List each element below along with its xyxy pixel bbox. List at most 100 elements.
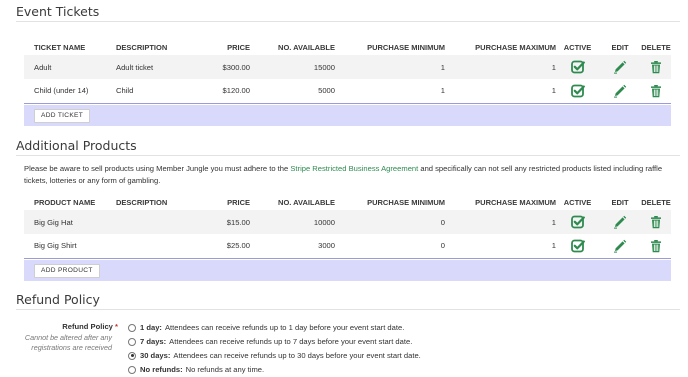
- product-price: $15.00: [190, 210, 250, 234]
- active-cell: [556, 210, 599, 234]
- product-available: 3000: [250, 234, 335, 259]
- add-product-button[interactable]: ADD PRODUCT: [34, 264, 100, 278]
- ticket-price: $300.00: [190, 55, 250, 79]
- product-description: [106, 234, 190, 259]
- refund-option-key: 30 days:: [140, 351, 171, 360]
- tickets-header-row: TICKET NAME DESCRIPTION PRICE NO. AVAILA…: [24, 40, 671, 55]
- edit-cell: [599, 210, 641, 234]
- trash-icon[interactable]: [649, 60, 663, 74]
- table-row: Child (under 14) Child $120.00 5000 1 1: [24, 79, 671, 104]
- product-description: [106, 210, 190, 234]
- add-product-bar: ADD PRODUCT: [24, 260, 671, 281]
- active-cell: [556, 55, 599, 79]
- check-square-icon[interactable]: [570, 215, 585, 229]
- edit-cell: [599, 55, 641, 79]
- pencil-icon[interactable]: [613, 239, 627, 253]
- product-name: Big Gig Shirt: [24, 234, 106, 259]
- col-price: PRICE: [227, 43, 250, 52]
- product-min: 0: [335, 210, 445, 234]
- edit-cell: [599, 79, 641, 104]
- products-header-row: PRODUCT NAME DESCRIPTION PRICE NO. AVAIL…: [24, 195, 671, 210]
- col-delete: DELETE: [641, 198, 671, 207]
- col-purchase-max: PURCHASE MAXIMUM: [475, 43, 556, 52]
- refund-option-key: 1 day:: [140, 323, 162, 332]
- delete-cell: [641, 55, 671, 79]
- additional-products-title: Additional Products: [16, 138, 137, 153]
- product-available: 10000: [250, 210, 335, 234]
- col-available: NO. AVAILABLE: [278, 43, 335, 52]
- refund-policy-divider: [16, 309, 680, 310]
- col-available: NO. AVAILABLE: [278, 198, 335, 207]
- col-price: PRICE: [227, 198, 250, 207]
- trash-icon[interactable]: [649, 215, 663, 229]
- col-description: DESCRIPTION: [116, 198, 168, 207]
- radio-button-selected[interactable]: [128, 351, 136, 360]
- radio-button[interactable]: [128, 337, 136, 346]
- col-ticket-name: TICKET NAME: [34, 43, 86, 52]
- refund-label-text: Refund Policy: [62, 322, 113, 331]
- ticket-description: Child: [106, 79, 190, 104]
- products-table: PRODUCT NAME DESCRIPTION PRICE NO. AVAIL…: [24, 195, 671, 259]
- table-row: Big Gig Hat $15.00 10000 0 1: [24, 210, 671, 234]
- delete-cell: [641, 234, 671, 259]
- refund-option-key: 7 days:: [140, 337, 167, 346]
- check-square-icon[interactable]: [570, 84, 585, 98]
- refund-option-7-days[interactable]: 7 days: Attendees can receive refunds up …: [128, 337, 412, 346]
- col-purchase-max: PURCHASE MAXIMUM: [475, 198, 556, 207]
- radio-button[interactable]: [128, 323, 136, 332]
- refund-option-text: Attendees can receive refunds up to 1 da…: [164, 323, 405, 332]
- refund-option-1-day[interactable]: 1 day: Attendees can receive refunds up t…: [128, 323, 404, 332]
- check-square-icon[interactable]: [570, 60, 585, 74]
- pencil-icon[interactable]: [613, 215, 627, 229]
- col-edit: EDIT: [611, 43, 629, 52]
- radio-button[interactable]: [128, 365, 136, 374]
- required-mark: *: [115, 322, 118, 331]
- tickets-table: TICKET NAME DESCRIPTION PRICE NO. AVAILA…: [24, 40, 671, 104]
- refund-option-30-days[interactable]: 30 days: Attendees can receive refunds up…: [128, 351, 421, 360]
- ticket-max: 1: [445, 79, 556, 104]
- ticket-name: Adult: [24, 55, 106, 79]
- table-row: Adult Adult ticket $300.00 15000 1 1: [24, 55, 671, 79]
- refund-option-text: Attendees can receive refunds up to 7 da…: [169, 337, 413, 346]
- pencil-icon[interactable]: [613, 84, 627, 98]
- pencil-icon[interactable]: [613, 60, 627, 74]
- refund-policy-title: Refund Policy: [16, 292, 100, 307]
- trash-icon[interactable]: [649, 84, 663, 98]
- col-purchase-min: PURCHASE MINIMUM: [367, 198, 445, 207]
- col-purchase-min: PURCHASE MINIMUM: [367, 43, 445, 52]
- refund-option-text: Attendees can receive refunds up to 30 d…: [173, 351, 421, 360]
- ticket-name: Child (under 14): [24, 79, 106, 104]
- ticket-available: 5000: [250, 79, 335, 104]
- restricted-products-notice: Please be aware to sell products using M…: [24, 163, 664, 186]
- col-edit: EDIT: [611, 198, 629, 207]
- ticket-min: 1: [335, 79, 445, 104]
- col-active: ACTIVE: [563, 43, 592, 52]
- edit-cell: [599, 234, 641, 259]
- product-name: Big Gig Hat: [24, 210, 106, 234]
- add-ticket-bar: ADD TICKET: [24, 105, 671, 126]
- product-max: 1: [445, 210, 556, 234]
- refund-option-no-refunds[interactable]: No refunds: No refunds at any time.: [128, 365, 264, 374]
- event-tickets-divider: [16, 21, 680, 22]
- product-price: $25.00: [190, 234, 250, 259]
- ticket-price: $120.00: [190, 79, 250, 104]
- ticket-min: 1: [335, 55, 445, 79]
- stripe-agreement-link[interactable]: Stripe Restricted Business Agreement: [290, 164, 418, 173]
- event-tickets-title: Event Tickets: [16, 4, 100, 19]
- active-cell: [556, 79, 599, 104]
- refund-policy-help: Cannot be altered after any registration…: [24, 333, 112, 353]
- product-max: 1: [445, 234, 556, 259]
- product-min: 0: [335, 234, 445, 259]
- ticket-max: 1: [445, 55, 556, 79]
- col-active: ACTIVE: [563, 198, 592, 207]
- refund-option-text: No refunds at any time.: [185, 365, 265, 374]
- col-description: DESCRIPTION: [116, 43, 168, 52]
- check-square-icon[interactable]: [570, 239, 585, 253]
- ticket-description: Adult ticket: [106, 55, 190, 79]
- delete-cell: [641, 79, 671, 104]
- additional-products-divider: [16, 155, 680, 156]
- trash-icon[interactable]: [649, 239, 663, 253]
- table-row: Big Gig Shirt $25.00 3000 0 1: [24, 234, 671, 259]
- add-ticket-button[interactable]: ADD TICKET: [34, 109, 91, 123]
- active-cell: [556, 234, 599, 259]
